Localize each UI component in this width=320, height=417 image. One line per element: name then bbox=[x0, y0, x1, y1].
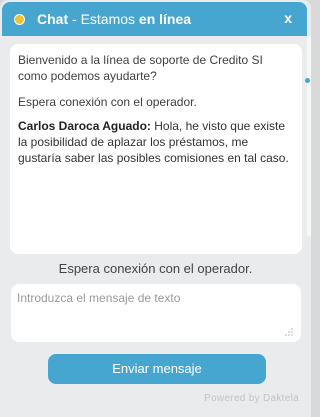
resize-grip-icon[interactable] bbox=[285, 328, 293, 336]
chat-title: Chat - Estamos en línea bbox=[37, 11, 191, 28]
scrollbar-track[interactable] bbox=[307, 36, 311, 236]
online-status-label: en línea bbox=[138, 11, 192, 27]
message-input-placeholder: Introduzca el mensaje de texto bbox=[17, 291, 181, 305]
chat-widget: Chat - Estamos en línea x Bienvenido a l… bbox=[0, 0, 311, 417]
chat-title-separator: - Estamos bbox=[68, 11, 139, 27]
message-area: Bienvenido a la línea de soporte de Cred… bbox=[10, 44, 302, 254]
welcome-message: Bienvenido a la línea de soporte de Cred… bbox=[18, 53, 263, 83]
chat-title-label: Chat bbox=[37, 11, 69, 27]
connection-status: Espera conexión con el operador. bbox=[58, 261, 253, 276]
message-input[interactable]: Introduzca el mensaje de texto bbox=[11, 284, 301, 342]
send-message-button[interactable]: Enviar mensaje bbox=[48, 354, 266, 384]
scrollbar-thumb[interactable] bbox=[305, 78, 310, 83]
status-dot-icon bbox=[14, 14, 25, 25]
waiting-message: Espera conexión con el operador. bbox=[18, 95, 197, 109]
close-button[interactable]: x bbox=[284, 10, 292, 27]
powered-by-label: Powered by Daktela bbox=[204, 393, 299, 404]
message-author: Carlos Daroca Aguado: bbox=[18, 119, 151, 133]
chat-header: Chat - Estamos en línea x bbox=[2, 2, 307, 36]
user-message: Carlos Daroca Aguado: Hola, he visto que… bbox=[18, 118, 294, 166]
